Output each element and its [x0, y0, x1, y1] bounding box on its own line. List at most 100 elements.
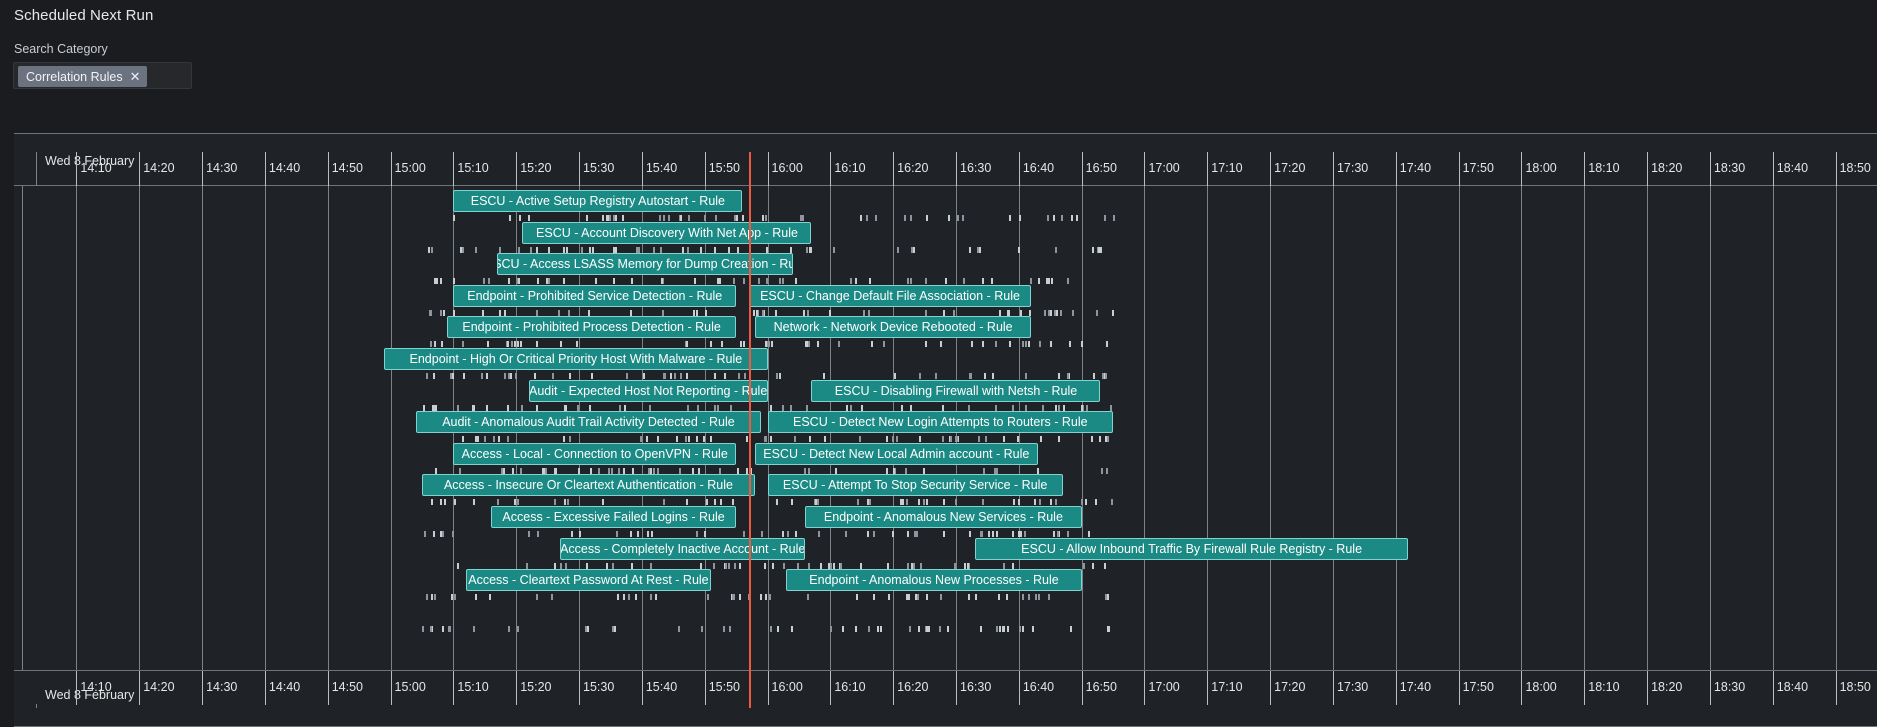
event-tick [439, 309, 442, 316]
event-tick [866, 215, 869, 221]
timeline-plot-area: ESCU - Active Setup Registry Autostart -… [14, 186, 1877, 676]
event-tick [517, 278, 520, 285]
gridline [1709, 186, 1711, 676]
timeline-bar[interactable]: Endpoint - Prohibited Process Detection … [447, 316, 737, 339]
event-tick [527, 215, 530, 221]
timeline-bar[interactable]: Access - Completely Inactive Account - R… [560, 537, 806, 560]
event-tick [509, 215, 512, 221]
event-tick [563, 278, 566, 285]
axis-tick-label: 15:50 [708, 161, 740, 175]
event-tick [498, 246, 501, 253]
event-tick [516, 625, 519, 632]
gridline [1332, 186, 1334, 676]
axis-tick-label: 17:00 [1148, 161, 1180, 175]
event-tick [485, 373, 488, 379]
event-tick [809, 436, 811, 443]
event-tick [768, 594, 771, 601]
gridline [1270, 186, 1272, 676]
timeline-bar[interactable]: ESCU - Attempt To Stop Security Service … [767, 474, 1063, 497]
timeline-bar[interactable]: Endpoint - Prohibited Service Detection … [453, 284, 737, 307]
event-tick [913, 562, 916, 569]
scheduled-next-run-panel: Scheduled Next Run Search Category Corre… [0, 0, 1877, 727]
event-tick [832, 246, 835, 253]
event-tick [817, 341, 820, 348]
event-tick [454, 499, 457, 506]
event-tick [475, 594, 478, 601]
event-tick [858, 436, 861, 443]
timeline-bar[interactable]: ESCU - Disabling Firewall with Netsh - R… [811, 379, 1101, 402]
event-tick [482, 309, 484, 316]
event-tick [483, 278, 486, 285]
gridline [1647, 186, 1649, 676]
token-correlation-rules[interactable]: Correlation Rules ✕ [18, 66, 148, 87]
event-tick [969, 373, 972, 379]
timeline-chart[interactable]: Wed 8 February 14:10 14:20 14:30 14:40 14:50… [14, 133, 1877, 727]
event-tick [704, 215, 707, 221]
event-tick [1098, 246, 1100, 253]
event-tick [891, 531, 894, 537]
timeline-bar[interactable]: Access - Local - Connection to OpenVPN -… [453, 442, 737, 465]
timeline-bar[interactable]: Access - Insecure Or Cleartext Authentic… [421, 474, 755, 497]
close-x-icon[interactable]: ✕ [130, 70, 141, 83]
timeline-bar[interactable]: ESCU - Detect New Local Admin account - … [754, 442, 1038, 465]
event-tick [591, 246, 594, 253]
event-tick [553, 467, 556, 474]
event-tick [616, 531, 618, 537]
axis-tick-label: 18:40 [1776, 680, 1809, 694]
timeline-bar[interactable]: ESCU - Detect New Login Attempts to Rout… [767, 411, 1114, 434]
event-tick [643, 373, 646, 379]
event-tick [1062, 404, 1065, 411]
event-tick [953, 562, 956, 569]
search-category-input[interactable]: Correlation Rules ✕ [13, 62, 192, 89]
event-tick [998, 309, 1001, 316]
event-tick [1007, 309, 1010, 316]
event-tick [1054, 404, 1057, 411]
event-tick [1055, 246, 1058, 253]
event-tick [770, 341, 773, 348]
event-tick [1052, 215, 1055, 221]
event-tick [776, 625, 779, 632]
event-tick [678, 467, 681, 474]
timeline-bar[interactable]: Endpoint - High Or Critical Priority Hos… [384, 348, 768, 370]
event-tick [578, 467, 581, 474]
event-tick [805, 246, 808, 253]
event-tick [803, 467, 806, 474]
event-tick [909, 215, 912, 221]
timeline-bar[interactable]: Audit - Expected Host Not Reporting - Ru… [528, 379, 768, 402]
timeline-bar[interactable]: Access - Cleartext Password At Rest - Ru… [465, 569, 711, 592]
event-tick [934, 373, 937, 379]
timeline-bar[interactable]: Access - Excessive Failed Logins - Rule [491, 506, 737, 528]
event-tick [947, 625, 950, 632]
timeline-bar[interactable]: ESCU - Account Discovery With Net App - … [522, 221, 812, 244]
event-tick [714, 246, 717, 253]
timeline-bar[interactable]: Endpoint - Anomalous New Processes - Rul… [786, 569, 1082, 592]
event-tick [653, 246, 656, 253]
event-tick [1084, 499, 1087, 506]
event-tick [926, 594, 928, 601]
timeline-bar[interactable]: Endpoint - Anomalous New Services - Rule [805, 506, 1082, 528]
event-tick [1024, 404, 1027, 411]
timeline-bar[interactable]: ESCU - Active Setup Registry Autostart -… [453, 190, 743, 212]
axis-tick-label: 15:00 [394, 680, 426, 694]
event-tick [673, 373, 676, 379]
axis-tick-label: 18:10 [1588, 161, 1620, 175]
timeline-bar[interactable]: ESCU - Change Default File Association -… [748, 284, 1032, 307]
event-tick [996, 467, 999, 474]
event-tick [1058, 436, 1061, 443]
timeline-bar[interactable]: Network - Network Device Rebooted - Rule [754, 316, 1032, 339]
event-tick [564, 562, 567, 569]
gridline [1521, 186, 1523, 676]
axis-tick-label: 14:20 [143, 680, 175, 694]
event-tick [1058, 373, 1061, 379]
event-tick [650, 531, 653, 537]
timeline-bar[interactable]: ESCU - Allow Inbound Traffic By Firewall… [974, 537, 1409, 560]
axis-tick-label: 17:00 [1148, 680, 1180, 694]
event-tick [1066, 373, 1069, 379]
axis-tick-label: 17:30 [1336, 680, 1369, 694]
search-category-label: Search Category [14, 42, 108, 56]
axis-tick-label: 15:40 [645, 161, 678, 175]
event-tick [764, 436, 767, 443]
timeline-bar[interactable]: Audit - Anomalous Audit Trail Activity D… [415, 411, 762, 434]
event-tick [635, 594, 638, 601]
event-tick [695, 531, 698, 537]
